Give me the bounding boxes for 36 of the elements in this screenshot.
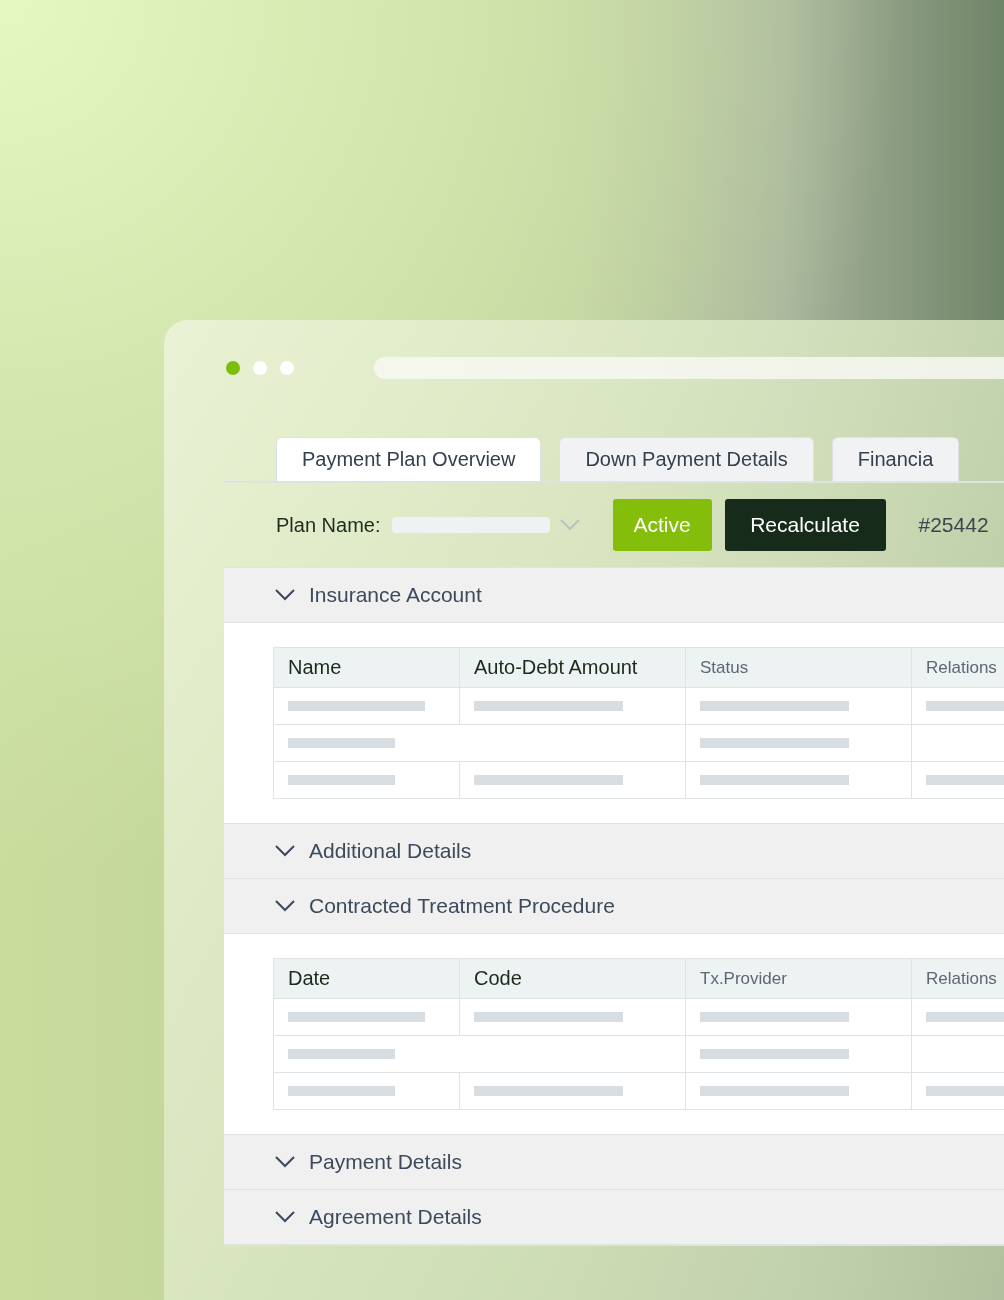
plan-name-field[interactable] bbox=[391, 517, 550, 533]
address-bar[interactable] bbox=[374, 357, 1004, 379]
status-badge: Active bbox=[612, 499, 712, 551]
column-header: Relations bbox=[911, 648, 1004, 687]
chevron-down-icon bbox=[275, 900, 295, 912]
section-title: Additional Details bbox=[309, 839, 472, 863]
section-title: Contracted Treatment Procedure bbox=[309, 894, 615, 918]
chevron-down-icon bbox=[275, 845, 295, 857]
column-header: Relations bbox=[911, 959, 1004, 998]
section-header[interactable]: Agreement Details bbox=[224, 1189, 1004, 1244]
tab[interactable]: Financia bbox=[831, 437, 960, 481]
tab[interactable]: Payment Plan Overview bbox=[276, 437, 542, 481]
window-dot-icon[interactable] bbox=[280, 361, 294, 375]
chevron-down-icon[interactable] bbox=[559, 519, 580, 531]
section-header[interactable]: Payment Details bbox=[224, 1134, 1004, 1189]
section-title: Agreement Details bbox=[309, 1205, 482, 1229]
chevron-down-icon bbox=[275, 1211, 295, 1223]
column-header: Status bbox=[685, 648, 911, 687]
tab[interactable]: Down Payment Details bbox=[559, 437, 814, 481]
section-title: Payment Details bbox=[309, 1150, 462, 1174]
column-header: Date bbox=[287, 966, 332, 991]
column-header: Tx.Provider bbox=[685, 959, 911, 998]
window-dot-icon[interactable] bbox=[226, 361, 240, 375]
plan-name-label: Plan Name: bbox=[276, 513, 381, 537]
chevron-down-icon bbox=[275, 1156, 295, 1168]
section-header[interactable]: Insurance Account bbox=[224, 567, 1004, 622]
column-header: Auto-Debt Amount bbox=[459, 648, 685, 687]
section-header[interactable]: Contracted Treatment Procedure bbox=[224, 878, 1004, 933]
chevron-down-icon bbox=[275, 589, 295, 601]
column-header: Code bbox=[459, 959, 685, 998]
column-header: Name bbox=[287, 655, 343, 680]
section-title: Insurance Account bbox=[309, 583, 482, 607]
window-dot-icon[interactable] bbox=[253, 361, 267, 375]
recalculate-button[interactable]: Recalculate bbox=[724, 499, 886, 551]
plan-number: #25442 bbox=[918, 513, 989, 537]
section-header[interactable]: Additional Details bbox=[224, 823, 1004, 878]
